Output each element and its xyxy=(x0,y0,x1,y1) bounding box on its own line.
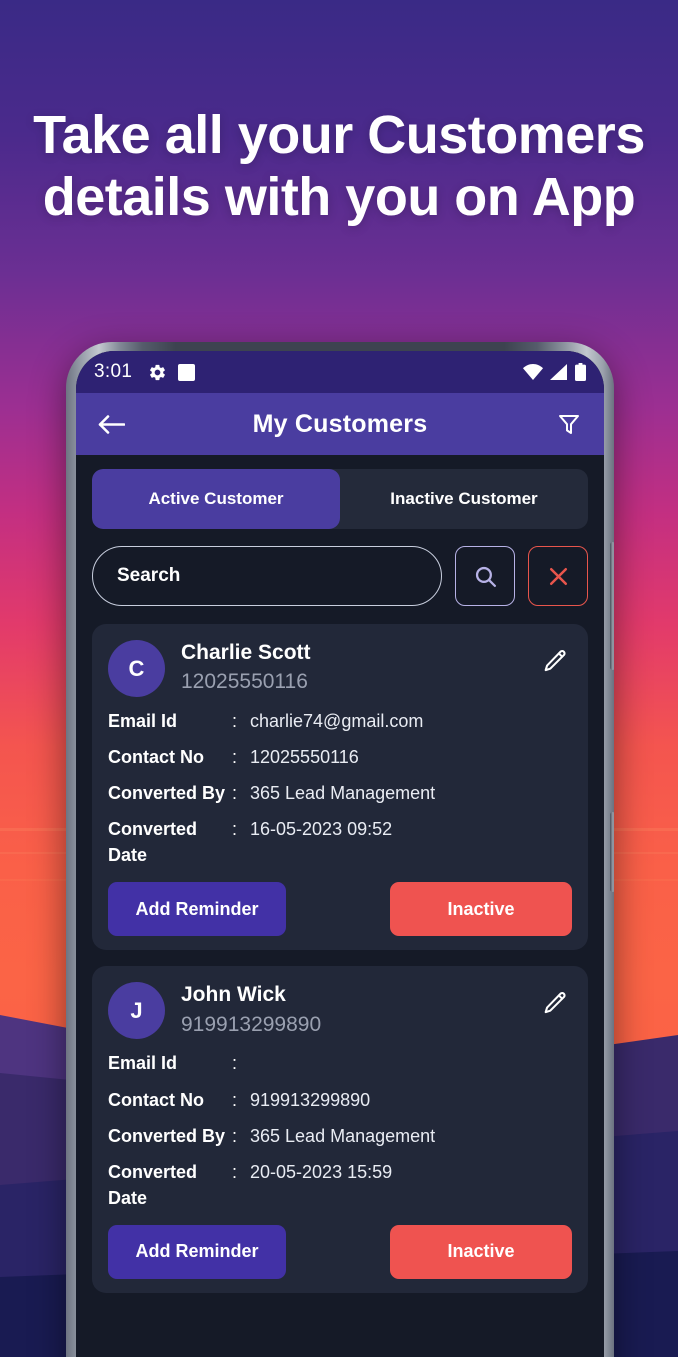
detail-colon: : xyxy=(232,1089,238,1110)
avatar: C xyxy=(108,640,165,697)
detail-label: Email Id xyxy=(108,711,178,731)
detail-row-contact: Contact No : 12025550116 xyxy=(108,744,572,770)
detail-row-email: Email Id : charlie74@gmail.com xyxy=(108,708,572,734)
detail-row-converted-by: Converted By : 365 Lead Management xyxy=(108,780,572,806)
detail-colon: : xyxy=(232,1053,238,1074)
headline-line-1: Take all your Customers xyxy=(33,105,645,165)
tab-active-customer[interactable]: Active Customer xyxy=(92,469,340,529)
search-button[interactable] xyxy=(455,546,515,606)
detail-label: Contact No xyxy=(108,747,204,768)
clear-search-button[interactable] xyxy=(528,546,588,606)
gear-icon xyxy=(148,363,167,382)
detail-row-converted-date: Converted Date : 20-05-2023 15:59 xyxy=(108,1159,572,1211)
detail-value-converted-date: 20-05-2023 15:59 xyxy=(250,1161,393,1182)
detail-label: Converted Date xyxy=(108,1161,198,1208)
volume-button[interactable] xyxy=(610,542,614,670)
status-right-icons xyxy=(523,363,586,381)
add-reminder-button[interactable]: Add Reminder xyxy=(108,1224,286,1279)
customer-phone: 919913299890 xyxy=(181,1012,322,1036)
customer-card-actions: Add Reminder Inactive xyxy=(108,1224,572,1279)
detail-value-converted-by: 365 Lead Management xyxy=(250,783,436,804)
battery-icon xyxy=(575,363,586,381)
search-row xyxy=(92,546,588,606)
customer-details: Email Id : Contact No : 919913299890 Con… xyxy=(108,1050,572,1210)
detail-value-converted-date: 16-05-2023 09:52 xyxy=(250,819,393,840)
customer-type-tabs: Active Customer Inactive Customer xyxy=(92,469,588,529)
tab-inactive-customer-label: Inactive Customer xyxy=(390,489,538,508)
status-bar: 3:01 xyxy=(76,351,604,393)
avatar-initial: J xyxy=(130,997,143,1023)
page-title: My Customers xyxy=(252,409,428,438)
add-reminder-button[interactable]: Add Reminder xyxy=(108,882,286,937)
headline-line-2: details with you on App xyxy=(42,167,636,228)
tab-active-customer-label: Active Customer xyxy=(148,489,284,508)
customer-card[interactable]: J John Wick 919913299890 Email Id: Cont… xyxy=(92,966,588,1293)
customer-name: John Wick xyxy=(181,983,286,1007)
square-icon xyxy=(178,363,196,381)
detail-colon: : xyxy=(232,747,238,768)
customer-details: Email Id : charlie74@gmail.com Contact N… xyxy=(108,708,572,868)
detail-value-converted-by: 365 Lead Management xyxy=(250,1125,436,1146)
phone-screen: 3:01 My Customers Active Customer Inacti… xyxy=(76,351,604,1357)
detail-colon: : xyxy=(232,783,238,804)
customer-list: C Charlie Scott 12025550116 Email Id: c… xyxy=(92,624,588,1293)
app-content: Active Customer Inactive Customer Search… xyxy=(76,469,604,1357)
power-button[interactable] xyxy=(610,812,614,892)
detail-label: Converted By xyxy=(108,1125,226,1146)
status-left-icons xyxy=(148,363,196,382)
edit-customer-button[interactable] xyxy=(538,644,572,678)
detail-label: Email Id xyxy=(108,1053,178,1074)
app-bar: My Customers xyxy=(76,393,604,455)
signal-icon xyxy=(550,364,568,380)
search-input[interactable] xyxy=(117,565,417,587)
detail-row-converted-date: Converted Date : 16-05-2023 09:52 xyxy=(108,816,572,868)
detail-value-contact: 919913299890 xyxy=(250,1089,371,1110)
back-button[interactable] xyxy=(94,407,128,441)
customer-card[interactable]: C Charlie Scott 12025550116 Email Id: c… xyxy=(92,624,588,951)
search-field-wrapper[interactable] xyxy=(92,546,442,606)
customer-card-header: C Charlie Scott 12025550116 xyxy=(108,640,572,697)
status-time: 3:01 xyxy=(94,361,133,382)
tab-inactive-customer[interactable]: Inactive Customer xyxy=(340,469,588,529)
detail-value-contact: 12025550116 xyxy=(250,747,359,768)
avatar: J xyxy=(108,982,165,1040)
customer-name: Charlie Scott xyxy=(181,641,311,664)
detail-label: Contact No xyxy=(108,1089,204,1110)
detail-row-contact: Contact No : 919913299890 xyxy=(108,1087,572,1113)
detail-row-email: Email Id : xyxy=(108,1050,572,1076)
detail-colon: : xyxy=(232,1161,238,1182)
detail-colon: : xyxy=(232,1125,238,1146)
customer-card-actions: Add Reminder Inactive xyxy=(108,882,572,937)
wifi-icon xyxy=(523,364,543,380)
detail-colon: : xyxy=(232,711,238,731)
filter-button[interactable] xyxy=(552,407,586,441)
set-inactive-button[interactable]: Inactive xyxy=(390,882,572,937)
customer-phone: 12025550116 xyxy=(181,670,308,694)
detail-label: Converted By xyxy=(108,783,226,804)
set-inactive-button[interactable]: Inactive xyxy=(390,1224,572,1279)
customer-card-header: J John Wick 919913299890 xyxy=(108,982,572,1040)
phone-mockup: 3:01 My Customers Active Customer Inacti… xyxy=(66,342,614,1357)
customer-identity: Charlie Scott 12025550116 xyxy=(181,640,538,696)
edit-customer-button[interactable] xyxy=(538,986,572,1020)
detail-label: Converted Date xyxy=(108,819,198,866)
avatar-initial: C xyxy=(128,655,145,681)
detail-value-email: charlie74@gmail.com xyxy=(250,711,424,731)
detail-colon: : xyxy=(232,819,238,840)
promo-poster: Take all your Customers details with you… xyxy=(0,0,678,1357)
detail-row-converted-by: Converted By : 365 Lead Management xyxy=(108,1123,572,1149)
customer-identity: John Wick 919913299890 xyxy=(181,982,538,1038)
poster-headline: Take all your Customers details with you… xyxy=(0,104,678,228)
